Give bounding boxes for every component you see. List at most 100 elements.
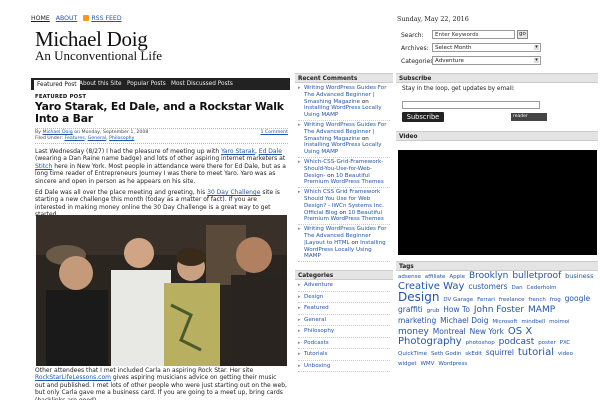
stitch-link[interactable]: Stitch [35,163,52,170]
tag-link[interactable]: Cederholm [527,285,557,291]
feed-readers-badge[interactable]: reader [511,113,547,121]
tag-link[interactable]: Apple [449,274,465,280]
comment-post[interactable]: Writing WordPress Guides For The Advance… [304,85,387,105]
category-item[interactable]: General [298,315,390,327]
comments-link-label[interactable]: 1 Comment [261,130,288,135]
category-item[interactable]: Podcasts [298,338,390,350]
nav-rss-label[interactable]: RSS FEED [91,15,121,22]
tab-popular-posts[interactable]: Popular Posts [124,79,169,90]
post-title[interactable]: Yaro Starak, Ed Dale, and a Rockstar Wal… [35,101,288,125]
tag-link[interactable]: poster [538,340,556,346]
tag-link[interactable]: freelance [499,297,525,303]
tag-link[interactable]: skEdit [465,351,482,357]
nav-home-link[interactable]: HOME [31,15,50,22]
tag-link[interactable]: Microsoft [492,319,517,325]
category-item[interactable]: Tutorials [298,349,390,361]
tag-link[interactable]: Seth Godin [431,351,461,357]
category-item[interactable]: Unboxing [298,361,390,373]
tag-link[interactable]: adsense [398,274,421,280]
tag-link[interactable]: customers [468,282,507,291]
tag-link[interactable]: PXC [560,340,571,346]
tag-link[interactable]: photoshop [466,340,495,346]
yaro-starak-link[interactable]: Yaro Starak [221,148,255,155]
tag-link[interactable]: Design [398,290,439,304]
tag-link[interactable]: marketing [398,316,436,325]
archives-select[interactable]: Select Month ▾ [432,43,541,52]
tag-link[interactable]: Dan [511,285,522,291]
tag-link[interactable]: google [565,294,590,303]
category-link[interactable]: General [88,136,106,141]
tag-link[interactable]: How To [443,305,470,314]
search-go-button[interactable]: go [517,30,528,39]
tag-cloud: adsense affiliate Apple Brooklyn bulletp… [397,272,597,369]
category-item[interactable]: Featured [298,303,390,315]
tag-link[interactable]: moimoi [549,319,570,325]
recent-comment-item[interactable]: Writing WordPress Guides For The Advance… [298,121,390,158]
categories-select[interactable]: Adventure ▾ [432,56,541,65]
subscribe-email-input[interactable] [402,101,540,109]
nav-rss-link[interactable]: RSS FEED [83,15,122,22]
tag-link[interactable]: business [565,272,593,280]
category-item[interactable]: Philosophy [298,326,390,338]
post-paragraph: Other attendees that I met included Carl… [35,367,288,400]
tag-link[interactable]: John Foster [474,305,524,315]
tag-link[interactable]: Photography [398,336,462,347]
recent-comment-item[interactable]: Writing WordPress Guides For The Advance… [298,84,390,121]
archives-label: Archives: [401,45,429,52]
tag-link[interactable]: grub [427,308,440,314]
tag-link[interactable]: Brooklyn [469,271,508,281]
tags-heading: Tags [396,261,598,271]
category-link[interactable]: Philosophy [109,136,134,141]
filed-under-label: Filed Under: [35,136,63,141]
nav-about-link[interactable]: ABOUT [56,15,78,22]
tag-link[interactable]: french [528,297,545,303]
tab-most-discussed-posts[interactable]: Most Discussed Posts [168,79,236,90]
tag-link[interactable]: frog [550,297,561,303]
tab-about-this-site[interactable]: About this Site [76,79,125,90]
tag-link[interactable]: widget [398,361,417,367]
tag-link[interactable]: New York [470,327,504,336]
recent-comment-item[interactable]: Which-CSS-Grid-Framework-Should-You-Use-… [298,158,390,189]
comment-target[interactable]: Installing WordPress Locally Using MAMP [304,105,382,118]
comment-post[interactable]: Writing WordPress Guides For The Advance… [304,122,387,142]
search-input[interactable]: Enter Keywords [432,30,515,39]
rockstarlifelessons-link[interactable]: RockStarLifeLessons.com [35,374,111,381]
tag-link[interactable]: Montreal [433,327,466,336]
category-item[interactable]: Adventure [298,280,390,292]
post-paragraph: Last Wednesday (8/27) I had the pleasure… [35,148,288,185]
tag-link[interactable]: graffiti [398,305,423,314]
recent-comment-item[interactable]: Writing WordPress Guides For The Advance… [298,225,390,263]
author-link[interactable]: Michael Doig [43,130,73,135]
ed-dale-link[interactable]: Ed Dale [259,148,282,155]
tag-link[interactable]: podcast [499,337,535,347]
tag-link[interactable]: Wordpress [438,361,467,367]
comments-link[interactable]: 1 Comment [261,130,288,136]
tag-link[interactable]: squirrel [486,348,514,357]
tag-link[interactable]: mindbell [521,319,545,325]
tag-link[interactable]: QuickTime [398,351,427,357]
tag-link[interactable]: Ferrari [477,297,495,303]
category-link[interactable]: Features [65,136,85,141]
tag-link[interactable]: tutorial [518,347,554,358]
comment-target[interactable]: Installing WordPress Locally Using MAMP [304,142,382,155]
tag-link[interactable]: OS X [508,326,532,337]
30-day-challenge-link[interactable]: 30 Day Challenge [207,189,260,196]
tag-link[interactable]: WMV [420,361,434,367]
post-meta: By Michael Doig on Monday, September 1, … [35,128,288,144]
text: (wearing a Dan Raine name badge) and lot… [35,155,286,163]
middle-sidebar: Recent Comments Writing WordPress Guides… [295,73,393,400]
tag-link[interactable]: MAMP [528,305,555,315]
tag-link[interactable]: DV Garage [443,297,473,303]
subscribe-button[interactable]: Subscribe [402,112,444,122]
tag-link[interactable]: Michael Doig [440,316,488,325]
tag-link[interactable]: affiliate [425,274,446,280]
tab-featured-post[interactable]: Featured Post [33,79,81,90]
category-item[interactable]: Design [298,292,390,304]
post-photo [36,215,287,366]
categories-list: Adventure Design Featured General Philos… [295,280,393,373]
readers-count-label: reader [513,114,528,119]
recent-comment-item[interactable]: Which CSS Grid Framework Should You Use … [298,188,390,226]
tag-link[interactable]: bulletproof [512,271,561,281]
tag-link[interactable]: video [558,351,573,357]
video-player[interactable] [398,150,597,255]
